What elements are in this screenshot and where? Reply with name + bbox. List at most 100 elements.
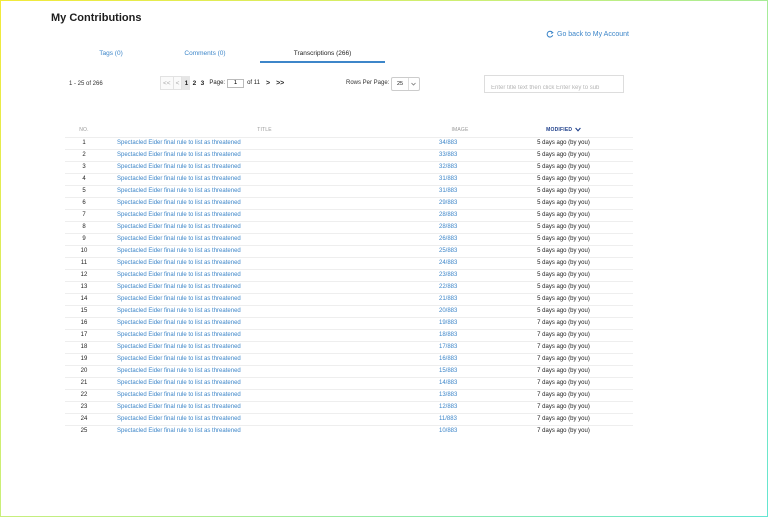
row-title-link[interactable]: Spectacled Eider final rule to list as t… [103, 305, 427, 318]
row-title-link[interactable]: Spectacled Eider final rule to list as t… [103, 233, 427, 246]
next-page-button[interactable]: > [266, 80, 270, 87]
row-modified: 5 days ago (by you) [494, 245, 633, 258]
row-image-link[interactable]: 28/883 [427, 221, 494, 234]
row-title-link[interactable]: Spectacled Eider final rule to list as t… [103, 353, 427, 366]
row-title-link[interactable]: Spectacled Eider final rule to list as t… [103, 269, 427, 282]
page-number-input[interactable] [227, 78, 245, 88]
row-image-link[interactable]: 21/883 [427, 293, 494, 306]
table-row: 21 Spectacled Eider final rule to list as… [65, 377, 633, 390]
row-image-link[interactable]: 12/883 [427, 401, 494, 414]
page-label: Page: [209, 80, 226, 86]
row-image-link[interactable]: 10/883 [427, 425, 494, 437]
row-image-link[interactable]: 29/883 [427, 197, 494, 210]
row-title-link[interactable]: Spectacled Eider final rule to list as t… [103, 185, 427, 198]
row-modified: 5 days ago (by you) [494, 293, 633, 306]
row-number: 14 [65, 293, 103, 306]
row-modified: 7 days ago (by you) [494, 413, 633, 426]
row-image-link[interactable]: 24/883 [427, 257, 494, 270]
row-image-link[interactable]: 31/883 [427, 185, 494, 198]
row-image-link[interactable]: 19/883 [427, 317, 494, 330]
row-title-link[interactable]: Spectacled Eider final rule to list as t… [103, 413, 427, 426]
row-number: 13 [65, 281, 103, 294]
row-image-link[interactable]: 18/883 [427, 329, 494, 342]
row-title-link[interactable]: Spectacled Eider final rule to list as t… [103, 389, 427, 402]
row-title-link[interactable]: Spectacled Eider final rule to list as t… [103, 173, 427, 186]
row-title-link[interactable]: Spectacled Eider final rule to list as t… [103, 401, 427, 414]
title-search [484, 75, 624, 96]
row-image-link[interactable]: 23/883 [427, 269, 494, 282]
row-title-link[interactable]: Spectacled Eider final rule to list as t… [103, 221, 427, 234]
row-title-link[interactable]: Spectacled Eider final rule to list as t… [103, 209, 427, 222]
title-search-input[interactable] [485, 80, 623, 96]
column-header-no[interactable]: NO. [65, 123, 103, 138]
row-image-link[interactable]: 17/883 [427, 341, 494, 354]
row-modified: 7 days ago (by you) [494, 401, 633, 414]
page-title: My Contributions [51, 12, 142, 24]
tab-comments[interactable]: Comments (0) [160, 50, 250, 57]
row-title-link[interactable]: Spectacled Eider final rule to list as t… [103, 137, 427, 150]
row-title-link[interactable]: Spectacled Eider final rule to list as t… [103, 257, 427, 270]
row-title-link[interactable]: Spectacled Eider final rule to list as t… [103, 341, 427, 354]
row-modified: 5 days ago (by you) [494, 269, 633, 282]
page-link-3[interactable]: 3 [198, 76, 206, 90]
table-row: 22 Spectacled Eider final rule to list as… [65, 389, 633, 402]
rows-per-page-select[interactable]: 25 [391, 77, 420, 91]
row-title-link[interactable]: Spectacled Eider final rule to list as t… [103, 365, 427, 378]
row-modified: 5 days ago (by you) [494, 173, 633, 186]
page-link-1[interactable]: 1 [182, 76, 191, 90]
page-link-2[interactable]: 2 [190, 76, 198, 90]
row-modified: 7 days ago (by you) [494, 341, 633, 354]
row-image-link[interactable]: 34/883 [427, 137, 494, 150]
column-header-title[interactable]: TITLE [103, 123, 427, 138]
row-title-link[interactable]: Spectacled Eider final rule to list as t… [103, 281, 427, 294]
row-number: 18 [65, 341, 103, 354]
prev-page-button[interactable]: < [173, 76, 183, 90]
row-title-link[interactable]: Spectacled Eider final rule to list as t… [103, 245, 427, 258]
row-title-link[interactable]: Spectacled Eider final rule to list as t… [103, 149, 427, 162]
row-number: 19 [65, 353, 103, 366]
row-title-link[interactable]: Spectacled Eider final rule to list as t… [103, 425, 427, 437]
row-image-link[interactable]: 25/883 [427, 245, 494, 258]
first-page-button[interactable]: << [160, 76, 174, 90]
row-image-link[interactable]: 28/883 [427, 209, 494, 222]
table-row: 13 Spectacled Eider final rule to list as… [65, 281, 633, 294]
row-title-link[interactable]: Spectacled Eider final rule to list as t… [103, 161, 427, 174]
row-modified: 7 days ago (by you) [494, 389, 633, 402]
row-image-link[interactable]: 13/883 [427, 389, 494, 402]
row-title-link[interactable]: Spectacled Eider final rule to list as t… [103, 293, 427, 306]
tab-tags[interactable]: Tags (0) [63, 50, 159, 57]
row-image-link[interactable]: 33/883 [427, 149, 494, 162]
row-modified: 5 days ago (by you) [494, 161, 633, 174]
row-image-link[interactable]: 14/883 [427, 377, 494, 390]
column-header-modified[interactable]: MODIFIED [494, 123, 633, 138]
row-number: 21 [65, 377, 103, 390]
row-image-link[interactable]: 11/883 [427, 413, 494, 426]
row-image-link[interactable]: 32/883 [427, 161, 494, 174]
row-title-link[interactable]: Spectacled Eider final rule to list as t… [103, 317, 427, 330]
row-image-link[interactable]: 16/883 [427, 353, 494, 366]
row-modified: 5 days ago (by you) [494, 221, 633, 234]
back-link-label: Go back to My Account [557, 30, 629, 38]
row-number: 25 [65, 425, 103, 437]
row-title-link[interactable]: Spectacled Eider final rule to list as t… [103, 197, 427, 210]
column-header-image[interactable]: IMAGE [427, 123, 494, 138]
table-row: 4 Spectacled Eider final rule to list as … [65, 173, 633, 186]
row-image-link[interactable]: 15/883 [427, 365, 494, 378]
last-page-button[interactable]: >> [276, 80, 284, 87]
row-title-link[interactable]: Spectacled Eider final rule to list as t… [103, 329, 427, 342]
tab-transcriptions[interactable]: Transcriptions (266) [260, 50, 385, 57]
back-to-account-link[interactable]: Go back to My Account [546, 30, 629, 38]
table-row: 9 Spectacled Eider final rule to list as … [65, 233, 633, 246]
row-number: 8 [65, 221, 103, 234]
table-body: 1 Spectacled Eider final rule to list as … [65, 137, 633, 437]
table-row: 23 Spectacled Eider final rule to list as… [65, 401, 633, 414]
row-image-link[interactable]: 31/883 [427, 173, 494, 186]
row-image-link[interactable]: 20/883 [427, 305, 494, 318]
row-image-link[interactable]: 22/883 [427, 281, 494, 294]
row-number: 12 [65, 269, 103, 282]
row-image-link[interactable]: 26/883 [427, 233, 494, 246]
row-title-link[interactable]: Spectacled Eider final rule to list as t… [103, 377, 427, 390]
table-row: 24 Spectacled Eider final rule to list as… [65, 413, 633, 426]
chevron-down-icon [408, 78, 417, 90]
table-row: 11 Spectacled Eider final rule to list as… [65, 257, 633, 270]
